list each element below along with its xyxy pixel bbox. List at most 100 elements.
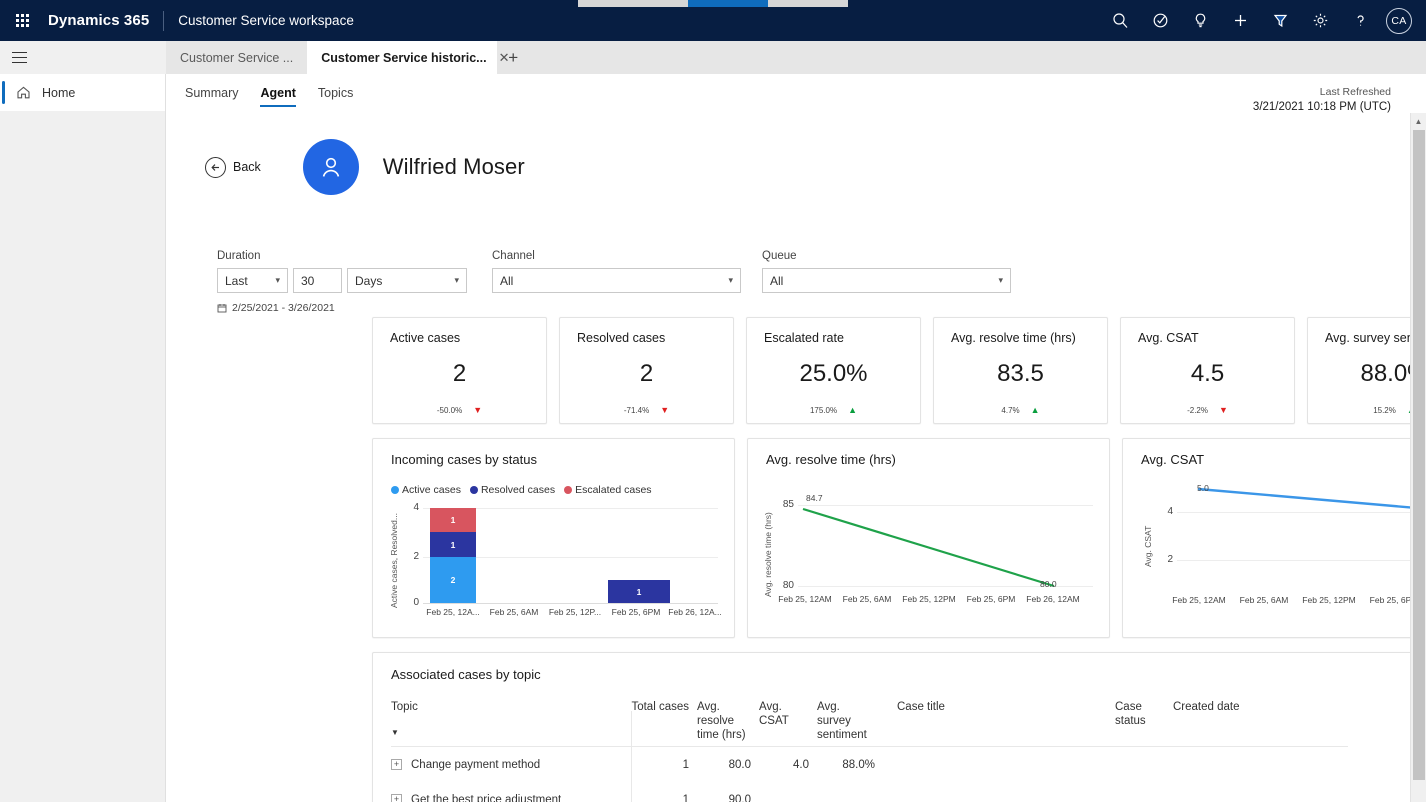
kpi-delta: -2.2% ▼ [1121, 406, 1294, 416]
plus-icon[interactable] [1220, 0, 1260, 41]
column-header-created-date[interactable]: Created date [1173, 698, 1283, 714]
lightbulb-icon[interactable] [1180, 0, 1220, 41]
kpi-card-avg-survey-sentiment[interactable]: Avg. survey sentiment 88.0% 15.2% ▲ [1307, 317, 1410, 424]
table-row[interactable]: + Change payment method 1 80.0 4.0 88.0% [391, 747, 1410, 782]
y-axis-title: Active cases, Resolved... [389, 513, 399, 608]
tab-customer-service-historical[interactable]: Customer Service historic... ✕ [307, 41, 509, 74]
x-tick: Feb 25, 12AM [778, 594, 832, 604]
agent-dashboard: Back Wilfried Moser Duration Last ▾ 30 D… [167, 113, 1410, 802]
gear-icon[interactable] [1300, 0, 1340, 41]
x-tick: Feb 25, 6AM [1239, 595, 1289, 605]
kpi-card-resolved-cases[interactable]: Resolved cases 2 -71.4% ▼ [559, 317, 734, 424]
kpi-value: 25.0% [799, 360, 868, 387]
table-row[interactable]: + Get the best price adjustment 1 90.0 [391, 782, 1410, 802]
content-area: Summary Agent Topics Last Refreshed 3/21… [167, 74, 1426, 802]
tab-list: Customer Service ... Customer Service hi… [166, 41, 529, 74]
chart-avg-csat[interactable]: Avg. CSAT Avg. CSAT 4 2 5.0 4.0 Feb 25, … [1122, 438, 1410, 638]
kpi-delta-value: -2.2% [1187, 406, 1208, 415]
tab-topics[interactable]: Topics [318, 74, 353, 111]
channel-select[interactable]: All ▾ [492, 268, 741, 293]
tab-label: Customer Service historic... [321, 50, 487, 65]
check-circle-icon[interactable] [1140, 0, 1180, 41]
arrow-left-circle-icon [205, 156, 226, 178]
column-header-total-cases[interactable]: Total cases [631, 698, 689, 714]
chart-avg-resolve-time[interactable]: Avg. resolve time (hrs) Avg. resolve tim… [747, 438, 1110, 638]
tab-agent[interactable]: Agent [260, 74, 297, 111]
kpi-delta: 15.2% ▲ [1308, 406, 1410, 416]
kpi-value: 2 [452, 360, 467, 387]
duration-number-input[interactable]: 30 [293, 268, 342, 293]
app-name[interactable]: Customer Service workspace [178, 13, 354, 28]
expand-row-icon[interactable]: + [391, 794, 402, 802]
brand-divider [163, 10, 165, 31]
bar-segment-resolved[interactable]: 1 [608, 580, 670, 603]
scrollbar-thumb[interactable] [1413, 130, 1425, 780]
help-icon[interactable] [1340, 0, 1380, 41]
duration-last-select[interactable]: Last ▾ [217, 268, 288, 293]
last-refreshed: Last Refreshed 3/21/2021 10:18 PM (UTC) [1253, 85, 1391, 115]
column-header-avg-csat[interactable]: Avg. CSAT [751, 698, 809, 728]
duration-unit-select[interactable]: Days ▾ [347, 268, 467, 293]
dashboard-subtabs: Summary Agent Topics [167, 74, 375, 111]
add-tab-icon[interactable]: + [497, 41, 529, 74]
chevron-down-icon: ▾ [728, 275, 733, 285]
sort-descending-icon[interactable]: ▼ [391, 728, 631, 737]
kpi-card-active-cases[interactable]: Active cases 2 -50.0% ▼ [372, 317, 547, 424]
kpi-title: Avg. survey sentiment [1325, 331, 1410, 345]
kpi-card-avg-csat[interactable]: Avg. CSAT 4.5 -2.2% ▼ [1120, 317, 1295, 424]
tab-summary[interactable]: Summary [185, 74, 238, 111]
date-range-text: 2/25/2021 - 3/26/2021 [232, 302, 335, 314]
session-tab-strip: Customer Service ... Customer Service hi… [0, 41, 1426, 74]
column-header-avg-resolve-time[interactable]: Avg. resolve time (hrs) [689, 698, 751, 742]
bar-segment-resolved[interactable]: 1 [430, 532, 476, 557]
x-tick: Feb 25, 6PM [966, 594, 1016, 604]
agent-name: Wilfried Moser [382, 154, 525, 179]
scroll-up-icon[interactable]: ▲ [1411, 113, 1426, 130]
kpi-delta: -50.0% ▼ [373, 406, 546, 416]
column-header-avg-survey-sentiment[interactable]: Avg. survey sentiment [809, 698, 875, 742]
queue-select[interactable]: All ▾ [762, 268, 1011, 293]
kpi-value: 4.5 [1190, 360, 1225, 387]
brand-title[interactable]: Dynamics 365 [48, 12, 149, 29]
y-tick: 4 [413, 502, 419, 513]
kpi-card-row: Active cases 2 -50.0% ▼ Resolved cases 2… [372, 317, 1410, 424]
associated-cases-grid: Topic ▼ Total cases Avg. resolve time (h… [391, 698, 1410, 802]
sidebar-item-label: Home [42, 85, 76, 100]
expand-row-icon[interactable]: + [391, 759, 402, 770]
duration-label: Duration [217, 250, 261, 262]
cell-total-cases: 1 [682, 758, 689, 771]
last-refreshed-label: Last Refreshed [1319, 86, 1391, 98]
trend-down-icon: ▼ [660, 405, 670, 415]
bar-segment-escalated[interactable]: 1 [430, 508, 476, 532]
bar-segment-active[interactable]: 2 [430, 557, 476, 603]
user-avatar[interactable]: CA [1386, 7, 1412, 34]
chart-incoming-cases-by-status[interactable]: Incoming cases by status Active cases Re… [372, 438, 735, 638]
back-label: Back [233, 160, 261, 174]
kpi-title: Active cases [390, 331, 461, 345]
table-title: Associated cases by topic [391, 667, 541, 682]
back-button[interactable]: Back [205, 156, 261, 178]
hamburger-icon[interactable] [0, 41, 166, 74]
axis-line [423, 603, 718, 604]
home-icon [16, 85, 31, 100]
search-icon[interactable] [1100, 0, 1140, 41]
queue-value: All [770, 273, 784, 288]
filter-icon[interactable] [1260, 0, 1300, 41]
page-scrollbar[interactable]: ▲ [1410, 113, 1426, 802]
sidebar-item-home[interactable]: Home [0, 74, 165, 111]
kpi-value: 88.0% [1360, 360, 1410, 387]
app-launcher-icon[interactable] [0, 0, 44, 41]
column-header-case-status[interactable]: Case status [1115, 698, 1173, 728]
x-tick: Feb 25, 6AM [842, 594, 892, 604]
trend-up-icon: ▲ [1407, 406, 1410, 415]
column-header-case-title[interactable]: Case title [875, 698, 1115, 714]
kpi-card-escalated-rate[interactable]: Escalated rate 25.0% 175.0% ▲ [746, 317, 921, 424]
chevron-down-icon: ▾ [998, 275, 1003, 285]
cell-total-cases: 1 [682, 793, 689, 802]
cell-topic: Get the best price adjustment [411, 793, 562, 802]
tab-customer-service[interactable]: Customer Service ... [166, 41, 307, 74]
x-tick: Feb 25, 12PM [1302, 595, 1356, 605]
kpi-delta-value: -71.4% [623, 406, 650, 415]
column-header-topic[interactable]: Topic [391, 698, 631, 714]
kpi-card-avg-resolve-time[interactable]: Avg. resolve time (hrs) 83.5 4.7% ▲ [933, 317, 1108, 424]
